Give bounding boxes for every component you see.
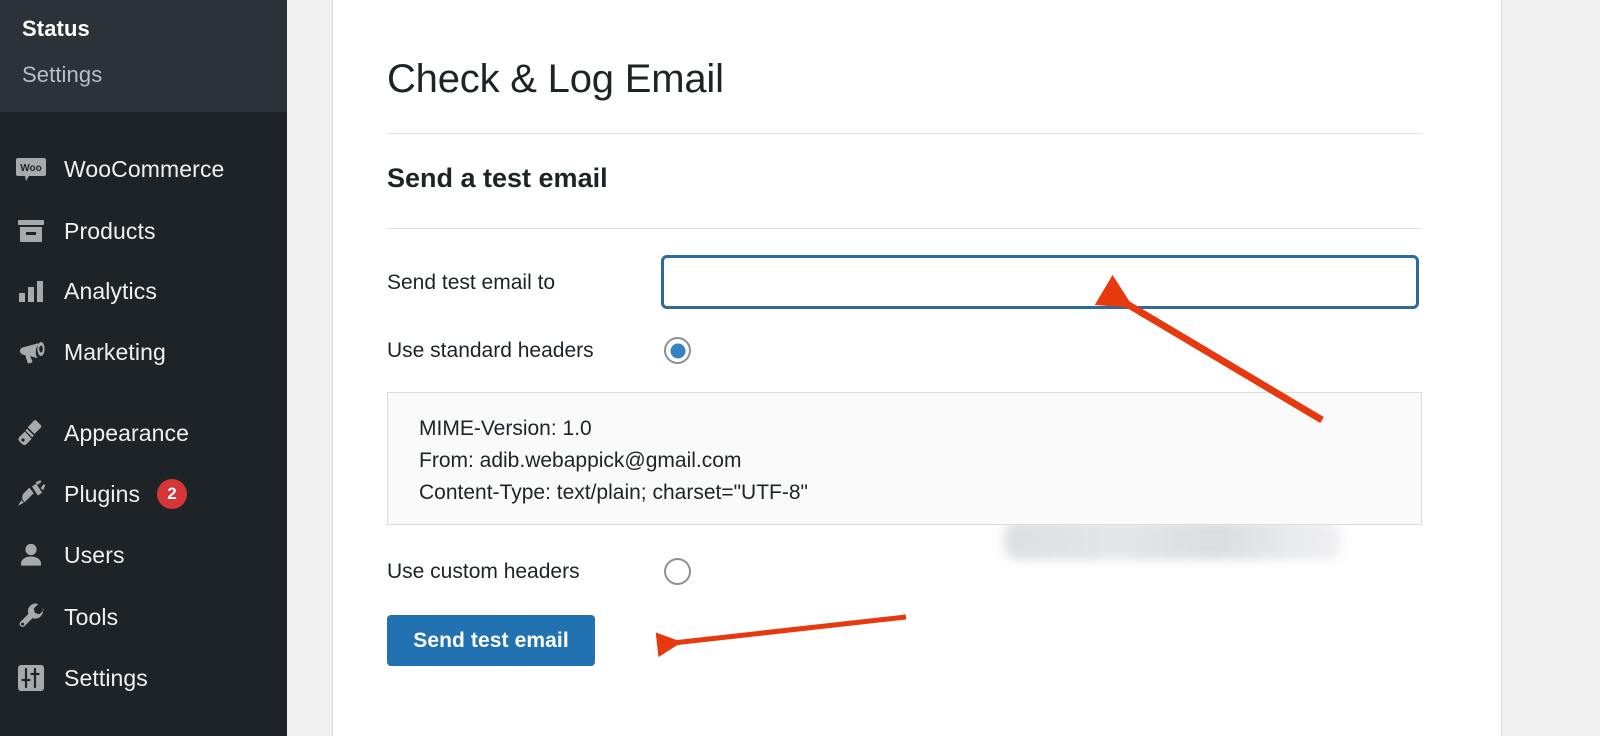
settings-sliders-icon	[14, 661, 48, 695]
sidebar-item-label: Products	[64, 217, 156, 244]
products-box-icon	[14, 214, 48, 248]
sidebar-item-analytics[interactable]: Analytics	[0, 268, 287, 314]
users-person-icon	[14, 538, 48, 572]
sidebar-item-label: Plugins	[64, 480, 141, 507]
section-title: Send a test email	[387, 163, 608, 193]
custom-headers-label: Use custom headers	[387, 560, 580, 583]
sidebar-item-woocommerce[interactable]: Woo WooCommerce	[0, 146, 287, 192]
sidebar-item-label: Appearance	[64, 419, 190, 446]
page-title: Check & Log Email	[387, 57, 724, 101]
headers-preview-box: MIME-Version: 1.0 From: adib.webappick@g…	[387, 392, 1422, 525]
svg-text:Woo: Woo	[20, 163, 41, 174]
main-content-panel: Check & Log Email Send a test email Send…	[332, 0, 1502, 736]
sidebar-item-label: WooCommerce	[64, 155, 225, 182]
sidebar-item-appearance[interactable]: Appearance	[0, 410, 287, 456]
send-test-email-input[interactable]	[661, 255, 1419, 560]
sidebar-item-label: Users	[64, 541, 125, 568]
analytics-bars-icon	[14, 274, 48, 308]
sidebar-item-label: Analytics	[64, 277, 157, 304]
appearance-brush-icon	[14, 416, 48, 450]
sidebar-item-label: Marketing	[64, 338, 166, 365]
send-to-label: Send test email to	[387, 271, 556, 294]
woocommerce-icon: Woo	[14, 152, 48, 186]
sidebar-item-users[interactable]: Users	[0, 532, 287, 578]
screen: Status Settings Woo WooCommerce Products…	[0, 0, 1600, 736]
plugins-update-badge: 2	[157, 479, 187, 509]
standard-headers-radio[interactable]	[664, 337, 691, 364]
title-divider	[387, 133, 1422, 134]
sidebar-submenu-panel: Status Settings	[0, 0, 287, 112]
custom-headers-radio[interactable]	[664, 558, 691, 585]
right-gutter	[1503, 0, 1600, 736]
marketing-megaphone-icon	[14, 335, 48, 369]
sidebar-item-marketing[interactable]: Marketing	[0, 329, 287, 375]
admin-sidebar: Status Settings Woo WooCommerce Products…	[0, 0, 287, 736]
plugins-plug-icon	[14, 477, 48, 511]
redacted-email-value	[1004, 520, 1342, 560]
sidebar-item-products[interactable]: Products	[0, 208, 287, 254]
sidebar-item-settings[interactable]: Settings	[0, 655, 287, 701]
section-divider	[387, 228, 1422, 229]
sidebar-submenu-item-status[interactable]: Status	[22, 16, 90, 42]
sidebar-item-label: Tools	[64, 603, 119, 630]
send-test-email-button[interactable]: Send test email	[387, 615, 595, 666]
headers-preview-text: MIME-Version: 1.0 From: adib.webappick@g…	[419, 417, 808, 504]
sidebar-item-label: Settings	[64, 664, 148, 691]
sidebar-content-gutter	[287, 0, 332, 736]
sidebar-submenu-item-settings[interactable]: Settings	[22, 62, 102, 88]
sidebar-item-tools[interactable]: Tools	[0, 594, 287, 640]
sidebar-item-plugins[interactable]: Plugins 2	[0, 471, 287, 517]
tools-wrench-icon	[14, 600, 48, 634]
standard-headers-label: Use standard headers	[387, 339, 594, 362]
